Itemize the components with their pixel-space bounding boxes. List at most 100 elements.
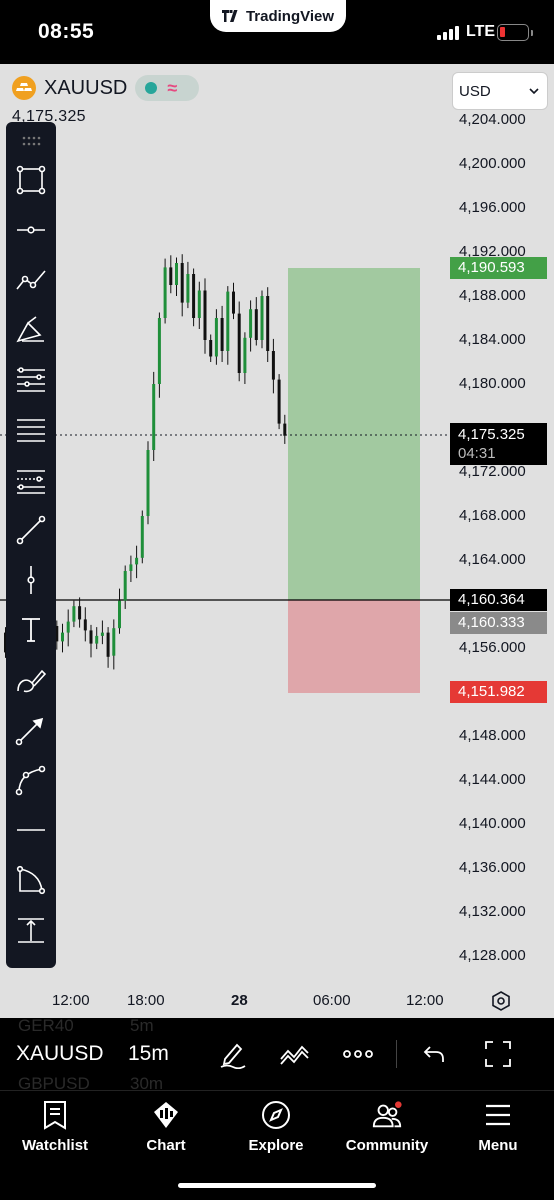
gold-bars-icon <box>12 76 36 100</box>
brush-icon <box>16 316 44 343</box>
price-axis-label: 4,204.000 <box>459 111 526 128</box>
bid-price-tag: 4,160.333 <box>450 612 547 634</box>
candle-body <box>78 606 82 620</box>
tab-watchlist[interactable]: Watchlist <box>0 1099 110 1161</box>
candle-body <box>135 557 139 565</box>
price-axis-label: 4,168.000 <box>459 507 526 524</box>
loss-zone[interactable] <box>288 600 420 693</box>
tab-label: Chart <box>146 1137 186 1154</box>
candle-body <box>169 267 173 285</box>
tab-chart[interactable]: Chart <box>111 1099 221 1161</box>
current-price-tag: 4,175.325 04:31 <box>450 423 547 465</box>
price-axis-label: 4,180.000 <box>459 375 526 392</box>
candle-body <box>163 267 167 318</box>
drawing-tools-button[interactable] <box>214 1036 250 1072</box>
horizontal-line-button[interactable] <box>6 810 56 850</box>
watchlist-icon <box>39 1099 71 1131</box>
candle-body <box>254 309 258 340</box>
rectangle-tool-button[interactable] <box>6 160 56 200</box>
vertical-line-icon <box>27 566 35 594</box>
candle-body <box>277 379 281 424</box>
vertical-line-button[interactable] <box>6 560 56 600</box>
indicators-button[interactable] <box>276 1036 312 1072</box>
candle-body <box>61 632 64 642</box>
brush-button[interactable] <box>6 310 56 350</box>
candle-body <box>180 263 184 303</box>
pitchfork-button[interactable] <box>6 460 56 500</box>
trend-lines-icon <box>16 270 46 290</box>
candle-body <box>123 571 127 601</box>
market-status-pill[interactable]: ≈ <box>135 75 200 101</box>
candle-body <box>129 564 133 571</box>
grip-handle-icon[interactable] <box>21 136 41 146</box>
more-button[interactable] <box>340 1036 376 1072</box>
trend-line-button[interactable] <box>6 510 56 550</box>
chart-area[interactable]: XAUUSD ≈ 4,175.325 USD 4,204.000 4,200.0… <box>0 64 554 1018</box>
brush-tool-icon <box>17 669 47 693</box>
brush-tool-button[interactable] <box>6 660 56 700</box>
trend-line-icon <box>16 515 46 545</box>
candle-body <box>66 621 70 633</box>
candle-body <box>226 291 230 351</box>
tab-community[interactable]: Community <box>332 1099 442 1161</box>
symbol-bar: GER40 5m GBPUSD 30m XAUUSD 15m <box>0 1018 554 1090</box>
tab-menu[interactable]: Menu <box>443 1099 553 1161</box>
tradingview-logo-icon <box>221 10 238 22</box>
fullscreen-icon <box>485 1041 511 1067</box>
candle-body <box>112 628 116 656</box>
candle-body <box>214 318 218 357</box>
candle-body <box>100 632 104 636</box>
ghost-symbol: GBPUSD <box>18 1074 90 1090</box>
candle-body <box>243 337 247 373</box>
parallel-channel-button[interactable] <box>6 410 56 450</box>
candle-body <box>118 600 121 629</box>
fib-retracement-button[interactable] <box>6 360 56 400</box>
target-price-tag: 4,190.593 <box>450 257 547 279</box>
time-axis-label: 12:00 <box>406 992 444 1009</box>
price-axis-label: 4,132.000 <box>459 903 526 920</box>
price-axis-label: 4,172.000 <box>459 463 526 480</box>
horizontal-ray-button[interactable] <box>6 210 56 250</box>
candle-body <box>175 263 178 285</box>
status-time: 08:55 <box>38 20 95 43</box>
candle-body <box>146 450 150 516</box>
fib-retracement-icon <box>17 367 45 392</box>
candle-body <box>72 606 76 622</box>
candle-body <box>197 290 201 318</box>
currency-value: USD <box>459 82 491 100</box>
timeframe-selector[interactable]: 15m <box>128 1042 169 1066</box>
price-axis-label: 4,156.000 <box>459 639 526 656</box>
measure-button[interactable] <box>6 910 56 950</box>
text-icon <box>22 618 40 642</box>
curve-button[interactable] <box>6 760 56 800</box>
pencil-icon <box>220 1043 246 1069</box>
price-axis-label: 4,188.000 <box>459 287 526 304</box>
candle-body <box>192 274 196 318</box>
profit-zone[interactable] <box>288 268 420 600</box>
undo-button[interactable] <box>416 1036 452 1072</box>
chart-settings-icon[interactable] <box>490 990 512 1012</box>
tradingview-pill[interactable]: TradingView <box>210 0 346 32</box>
candle-body <box>106 632 110 657</box>
price-axis-label: 4,128.000 <box>459 947 526 964</box>
currency-select[interactable]: USD <box>452 72 548 110</box>
tradingview-pill-label: TradingView <box>245 7 335 25</box>
arrow-button[interactable] <box>6 710 56 750</box>
tab-label: Explore <box>248 1137 304 1154</box>
symbol-selector[interactable]: XAUUSD <box>16 1042 104 1066</box>
time-axis-label: 28 <box>231 992 248 1009</box>
symbol-header[interactable]: XAUUSD ≈ <box>12 74 200 102</box>
candle-body <box>203 290 207 340</box>
arc-button[interactable] <box>6 860 56 900</box>
market-open-icon <box>145 82 158 94</box>
text-tool-button[interactable] <box>6 610 56 650</box>
tab-explore[interactable]: Explore <box>221 1099 331 1161</box>
symbol-name[interactable]: XAUUSD <box>44 77 127 100</box>
candle-body <box>283 423 287 436</box>
fullscreen-button[interactable] <box>480 1036 516 1072</box>
price-axis-label: 4,148.000 <box>459 727 526 744</box>
drawing-toolbar <box>6 122 56 968</box>
home-indicator <box>178 1183 376 1188</box>
undo-icon <box>423 1046 444 1062</box>
trend-lines-button[interactable] <box>6 260 56 300</box>
